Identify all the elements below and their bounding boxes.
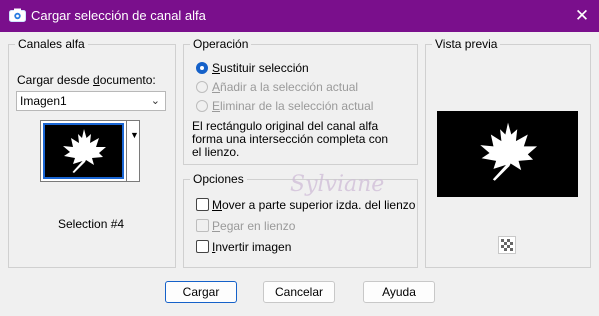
operation-description: El rectángulo original del canal alfa fo… [192, 119, 389, 159]
load-button[interactable]: Cargar [165, 281, 237, 303]
thumbnail-dropdown-button[interactable]: ▼ [126, 120, 140, 182]
move-top-left-checkbox[interactable] [196, 198, 209, 211]
paste-to-canvas-label[interactable]: Pegar en lienzo [212, 219, 295, 233]
document-select[interactable]: Imagen1 ⌄ [16, 91, 166, 111]
title-bar: Cargar selección de canal alfa ✕ [0, 0, 599, 32]
add-to-selection-label[interactable]: Añadir a la selección actual [212, 80, 358, 94]
invert-image-checkbox[interactable] [196, 240, 209, 253]
transparency-toggle-button[interactable] [498, 236, 516, 254]
alpha-channels-title: Canales alfa [15, 37, 88, 51]
document-select-value: Imagen1 [20, 94, 67, 108]
help-button[interactable]: Ayuda [363, 281, 435, 303]
load-from-document-label: Cargar desde documento: [17, 73, 156, 87]
add-to-selection-radio[interactable] [196, 81, 208, 93]
window-title: Cargar selección de canal alfa [31, 8, 206, 23]
selection-name: Selection #4 [58, 217, 125, 231]
checkerboard-icon [501, 239, 513, 251]
preview-image [437, 111, 578, 197]
options-title: Opciones [190, 172, 247, 186]
close-icon: ✕ [574, 6, 590, 25]
replace-selection-label[interactable]: Sustituir selección [212, 61, 309, 75]
preview-title: Vista previa [432, 37, 501, 51]
replace-selection-radio[interactable] [196, 62, 208, 74]
remove-from-selection-radio[interactable] [196, 100, 208, 112]
operation-title: Operación [190, 37, 252, 51]
move-top-left-label[interactable]: Mover a parte superior izda. del lienzo [212, 198, 415, 212]
chevron-down-icon: ⌄ [150, 95, 160, 107]
close-button[interactable]: ✕ [572, 6, 592, 26]
channel-thumbnail[interactable] [43, 123, 124, 179]
watermark: Sylviane [290, 172, 385, 197]
caret-down-icon: ▼ [130, 130, 139, 140]
remove-from-selection-label[interactable]: Eliminar de la selección actual [212, 99, 373, 113]
invert-image-label[interactable]: Invertir imagen [212, 240, 291, 254]
cancel-button[interactable]: Cancelar [263, 281, 335, 303]
maple-leaf-icon [63, 129, 106, 173]
maple-leaf-icon [480, 122, 538, 181]
channel-thumbnail-frame[interactable] [40, 120, 127, 182]
paste-to-canvas-checkbox[interactable] [196, 219, 209, 232]
camera-icon [9, 8, 26, 22]
